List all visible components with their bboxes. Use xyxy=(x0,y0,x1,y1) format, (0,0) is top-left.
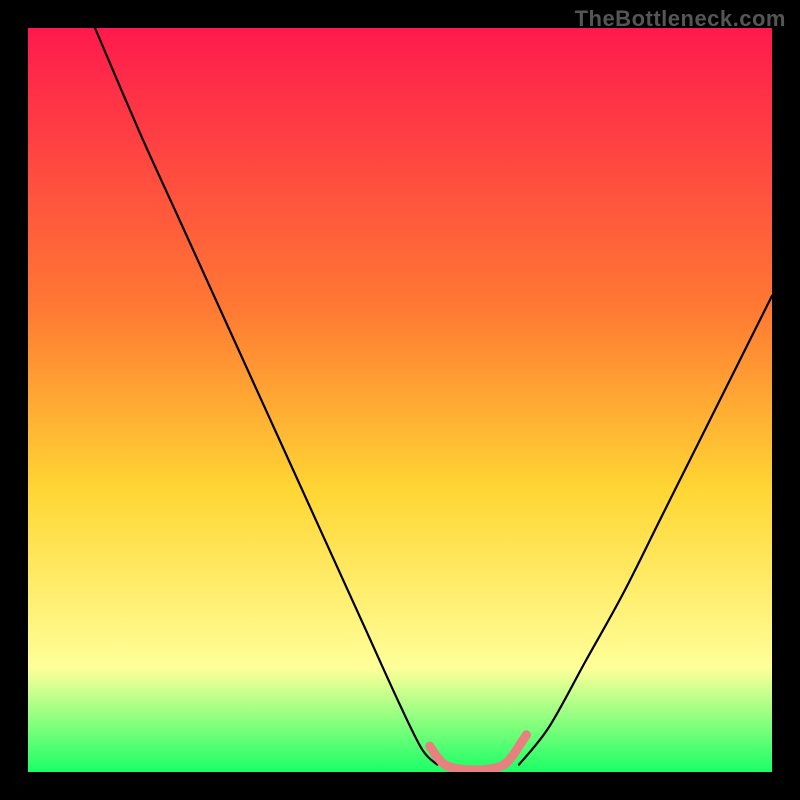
chart-svg xyxy=(28,28,772,772)
bottleneck-chart xyxy=(28,28,772,772)
gradient-background xyxy=(28,28,772,772)
watermark-text: TheBottleneck.com xyxy=(575,6,786,32)
